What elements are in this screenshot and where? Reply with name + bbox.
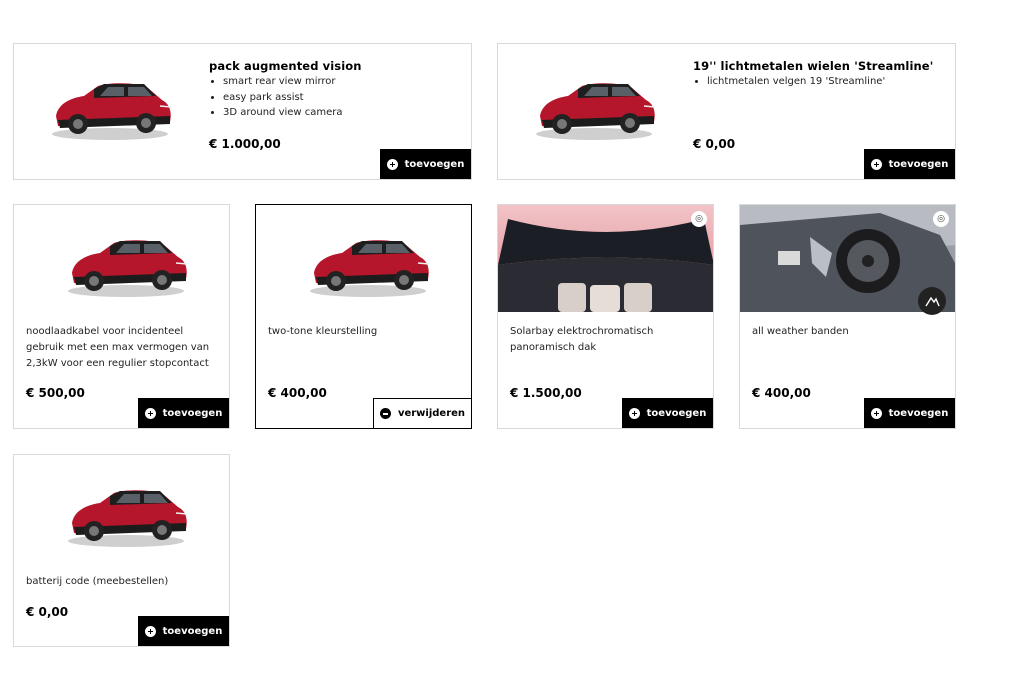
add-button[interactable]: toevoegen	[138, 398, 229, 428]
mountain-icon[interactable]	[918, 287, 946, 315]
option-price: € 1.500,00	[510, 386, 582, 400]
plus-circle-icon	[144, 407, 156, 419]
button-label: toevoegen	[646, 407, 707, 419]
button-label: toevoegen	[888, 407, 949, 419]
option-card-two-tone: two-tone kleurstelling € 400,00 verwijde…	[255, 204, 472, 429]
add-button[interactable]: toevoegen	[864, 149, 955, 179]
option-price: € 500,00	[26, 386, 85, 400]
feature-item: easy park assist	[223, 90, 343, 106]
option-description: batterij code (meebestellen)	[26, 576, 169, 587]
feature-list: smart rear view mirror easy park assist …	[209, 74, 343, 121]
feature-list: lichtmetalen velgen 19 'Streamline'	[693, 74, 885, 90]
option-card-battery-code: batterij code (meebestellen) € 0,00 toev…	[13, 454, 230, 647]
option-card-pack-augmented-vision: pack augmented vision smart rear view mi…	[13, 43, 472, 180]
plus-circle-icon	[870, 407, 882, 419]
plus-circle-icon	[144, 625, 156, 637]
option-card-all-weather-tires: ◎ all weather banden € 400,00 toevoegen	[739, 204, 956, 429]
button-label: toevoegen	[162, 407, 223, 419]
option-description: Solarbay elektrochromatisch panoramisch …	[510, 326, 654, 353]
add-button[interactable]: toevoegen	[138, 616, 229, 646]
option-card-streamline-wheels: 19'' lichtmetalen wielen 'Streamline' li…	[497, 43, 956, 180]
option-price: € 1.000,00	[209, 137, 281, 151]
remove-button[interactable]: verwijderen	[373, 398, 471, 428]
car-image	[50, 76, 174, 142]
add-button[interactable]: toevoegen	[622, 398, 713, 428]
zoom-icon[interactable]: ◎	[691, 211, 707, 227]
button-label: toevoegen	[404, 158, 465, 170]
button-label: verwijderen	[397, 408, 466, 419]
option-description: two-tone kleurstelling	[268, 326, 378, 337]
plus-circle-icon	[386, 158, 398, 170]
plus-circle-icon	[628, 407, 640, 419]
car-image	[66, 233, 190, 299]
button-label: toevoegen	[888, 158, 949, 170]
solarbay-roof-photo	[498, 205, 713, 312]
plus-circle-icon	[870, 158, 882, 170]
option-description: all weather banden	[752, 326, 849, 337]
feature-item: smart rear view mirror	[223, 74, 343, 90]
feature-item: lichtmetalen velgen 19 'Streamline'	[707, 74, 885, 90]
zoom-icon[interactable]: ◎	[933, 211, 949, 227]
add-button[interactable]: toevoegen	[380, 149, 471, 179]
option-price: € 400,00	[752, 386, 811, 400]
option-price: € 400,00	[268, 386, 327, 400]
button-label: toevoegen	[162, 625, 223, 637]
car-image	[534, 76, 658, 142]
feature-item: 3D around view camera	[223, 105, 343, 121]
car-image	[66, 483, 190, 549]
minus-circle-icon	[379, 408, 391, 419]
add-button[interactable]: toevoegen	[864, 398, 955, 428]
option-price: € 0,00	[26, 605, 69, 619]
option-price: € 0,00	[693, 137, 736, 151]
option-title: pack augmented vision	[209, 59, 362, 73]
car-image	[308, 233, 432, 299]
option-title: 19'' lichtmetalen wielen 'Streamline'	[693, 59, 934, 73]
option-card-solarbay: ◎ Solarbay elektrochromatisch panoramisc…	[497, 204, 714, 429]
option-card-charging-cable: noodlaadkabel voor incidenteel gebruik m…	[13, 204, 230, 429]
option-description: noodlaadkabel voor incidenteel gebruik m…	[26, 326, 210, 369]
